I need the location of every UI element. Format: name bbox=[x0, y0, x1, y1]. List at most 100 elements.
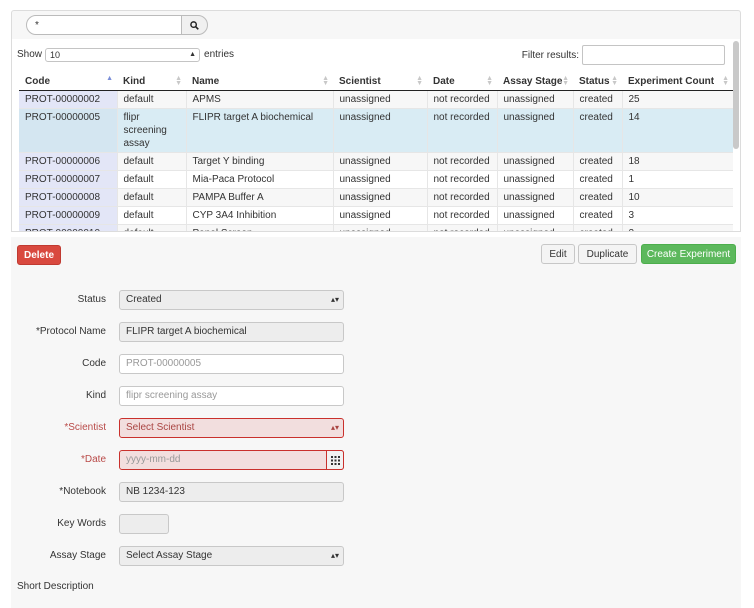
cell-experiment-count: 10 bbox=[621, 187, 733, 206]
protocol-form: Status Created ▴▾ *Protocol Name FLIPR t… bbox=[11, 272, 741, 608]
protocol-name-value: FLIPR target A biochemical bbox=[126, 326, 247, 337]
status-select[interactable]: Created ▴▾ bbox=[119, 290, 344, 310]
column-header-code[interactable]: Code ▲ bbox=[19, 73, 117, 91]
column-header-scientist[interactable]: Scientist ▲ ▼ bbox=[333, 73, 427, 91]
protocol-search-input[interactable] bbox=[26, 15, 182, 35]
search-toolbar bbox=[11, 10, 741, 39]
cell-name: APMS bbox=[185, 89, 333, 108]
cell-status: created bbox=[572, 223, 622, 231]
create-experiment-button[interactable]: Create Experiment bbox=[641, 244, 736, 264]
notebook-label: *Notebook bbox=[59, 486, 106, 497]
cell-scientist: unassigned bbox=[332, 169, 427, 188]
cell-status: created bbox=[572, 205, 622, 224]
cell-status: created bbox=[572, 187, 622, 206]
sort-icon: ▲ ▼ bbox=[562, 75, 569, 87]
cell-name: CYP 3A4 Inhibition bbox=[185, 205, 333, 224]
column-header-kind[interactable]: Kind ▲ ▼ bbox=[117, 73, 186, 91]
protocol-name-row: *Protocol Name FLIPR target A biochemica… bbox=[11, 322, 741, 342]
column-header-experiment-count[interactable]: Experiment Count ▲ ▼ bbox=[622, 73, 733, 91]
code-label: Code bbox=[82, 358, 106, 369]
notebook-row: *Notebook NB 1234-123 bbox=[11, 482, 741, 502]
date-label: *Date bbox=[80, 454, 106, 465]
table-row[interactable]: PROT-00000006 default Target Y binding u… bbox=[19, 151, 733, 170]
cell-status: created bbox=[572, 169, 622, 188]
filter-results-input[interactable] bbox=[582, 45, 725, 65]
duplicate-button[interactable]: Duplicate bbox=[578, 244, 637, 264]
cell-kind: default bbox=[116, 223, 186, 231]
table-row[interactable]: PROT-00000007 default Mia-Paca Protocol … bbox=[19, 169, 733, 188]
cell-kind: default bbox=[116, 187, 186, 206]
sort-icon: ▲ ▼ bbox=[416, 75, 423, 87]
cell-status: created bbox=[572, 89, 622, 108]
cell-kind: default bbox=[116, 89, 186, 108]
cell-code: PROT-00000006 bbox=[19, 151, 117, 170]
table-row[interactable]: PROT-00000009 default CYP 3A4 Inhibition… bbox=[19, 205, 733, 224]
cell-code: PROT-00000005 bbox=[19, 107, 117, 152]
list-scrollbar[interactable] bbox=[733, 41, 739, 149]
cell-assay-stage: unassigned bbox=[496, 205, 573, 224]
status-label: Status bbox=[77, 294, 106, 305]
action-bar: Delete Edit Duplicate Create Experiment bbox=[11, 237, 741, 272]
assay-stage-row: Assay Stage Select Assay Stage ▴▾ bbox=[11, 546, 741, 566]
cell-assay-stage: unassigned bbox=[496, 151, 573, 170]
cell-kind: default bbox=[116, 205, 186, 224]
cell-code: PROT-00000002 bbox=[19, 89, 117, 108]
assay-stage-select[interactable]: Select Assay Stage ▴▾ bbox=[119, 546, 344, 566]
entries-label: entries bbox=[204, 49, 235, 60]
cell-name: PAMPA Buffer A bbox=[185, 187, 333, 206]
select-arrows-icon: ▴▾ bbox=[330, 423, 339, 432]
cell-date: not recorded bbox=[426, 223, 497, 231]
cell-assay-stage: unassigned bbox=[496, 89, 573, 108]
sort-icon: ▲ ▼ bbox=[322, 75, 329, 87]
cell-name: Panel Screen bbox=[185, 223, 333, 231]
cell-assay-stage: unassigned bbox=[496, 169, 573, 188]
protocol-table: Code ▲ Kind ▲ ▼ Name ▲ ▼ Scientist ▲ ▼ Date ▲ ▼ A… bbox=[19, 73, 733, 231]
assay-stage-value: Select Assay Stage bbox=[126, 550, 213, 561]
table-header-row: Code ▲ Kind ▲ ▼ Name ▲ ▼ Scientist ▲ ▼ Date ▲ ▼ A… bbox=[19, 73, 733, 91]
cell-date: not recorded bbox=[426, 151, 497, 170]
calendar-button[interactable] bbox=[326, 450, 344, 470]
keywords-label: Key Words bbox=[57, 518, 106, 529]
cell-date: not recorded bbox=[426, 107, 497, 152]
sort-icon: ▲ ▼ bbox=[486, 75, 493, 87]
kind-label: Kind bbox=[85, 390, 106, 401]
table-row-selected[interactable]: PROT-00000005 flipr screening assay FLIP… bbox=[19, 107, 733, 152]
cell-code: PROT-00000010 bbox=[19, 223, 117, 231]
keywords-row: Key Words bbox=[11, 514, 741, 534]
edit-button[interactable]: Edit bbox=[541, 244, 575, 264]
sort-icon: ▲ ▼ bbox=[722, 75, 729, 87]
cell-date: not recorded bbox=[426, 187, 497, 206]
cell-status: created bbox=[572, 107, 622, 152]
delete-button[interactable]: Delete bbox=[17, 245, 61, 265]
scientist-select[interactable]: Select Scientist ▴▾ bbox=[119, 418, 344, 438]
cell-scientist: unassigned bbox=[332, 223, 427, 231]
notebook-value: NB 1234-123 bbox=[126, 486, 185, 497]
column-header-assay-stage[interactable]: Assay Stage ▲ ▼ bbox=[497, 73, 573, 91]
filter-label: Filter results: bbox=[521, 49, 579, 61]
table-row[interactable]: PROT-00000002 default APMS unassigned no… bbox=[19, 89, 733, 108]
cell-code: PROT-00000008 bbox=[19, 187, 117, 206]
table-row[interactable]: PROT-00000010 default Panel Screen unass… bbox=[19, 223, 733, 231]
cell-experiment-count: 1 bbox=[621, 169, 733, 188]
search-button[interactable] bbox=[181, 15, 208, 35]
page-length-select[interactable]: 10 ▲ bbox=[45, 47, 201, 62]
column-header-date[interactable]: Date ▲ ▼ bbox=[427, 73, 497, 91]
column-header-name[interactable]: Name ▲ ▼ bbox=[186, 73, 333, 91]
cell-scientist: unassigned bbox=[332, 151, 427, 170]
kind-row: Kind flipr screening assay bbox=[11, 386, 741, 406]
protocol-list-panel: Show 10 ▲ entries Filter results: Code ▲ … bbox=[11, 39, 741, 232]
cell-code: PROT-00000007 bbox=[19, 169, 117, 188]
cell-assay-stage: unassigned bbox=[496, 187, 573, 206]
date-input[interactable]: yyyy-mm-dd bbox=[119, 450, 344, 470]
table-row[interactable]: PROT-00000008 default PAMPA Buffer A una… bbox=[19, 187, 733, 206]
cell-date: not recorded bbox=[426, 205, 497, 224]
column-header-status[interactable]: Status ▲ ▼ bbox=[573, 73, 622, 91]
cell-scientist: unassigned bbox=[332, 89, 427, 108]
code-value: PROT-00000005 bbox=[126, 358, 202, 369]
cell-assay-stage: unassigned bbox=[496, 223, 573, 231]
filter-control: Filter results: bbox=[522, 45, 725, 65]
keywords-input[interactable] bbox=[119, 514, 169, 534]
protocol-name-label: *Protocol Name bbox=[35, 326, 106, 337]
sort-ascending-icon: ▲ bbox=[106, 75, 113, 82]
select-arrows-icon: ▲ bbox=[189, 50, 197, 58]
